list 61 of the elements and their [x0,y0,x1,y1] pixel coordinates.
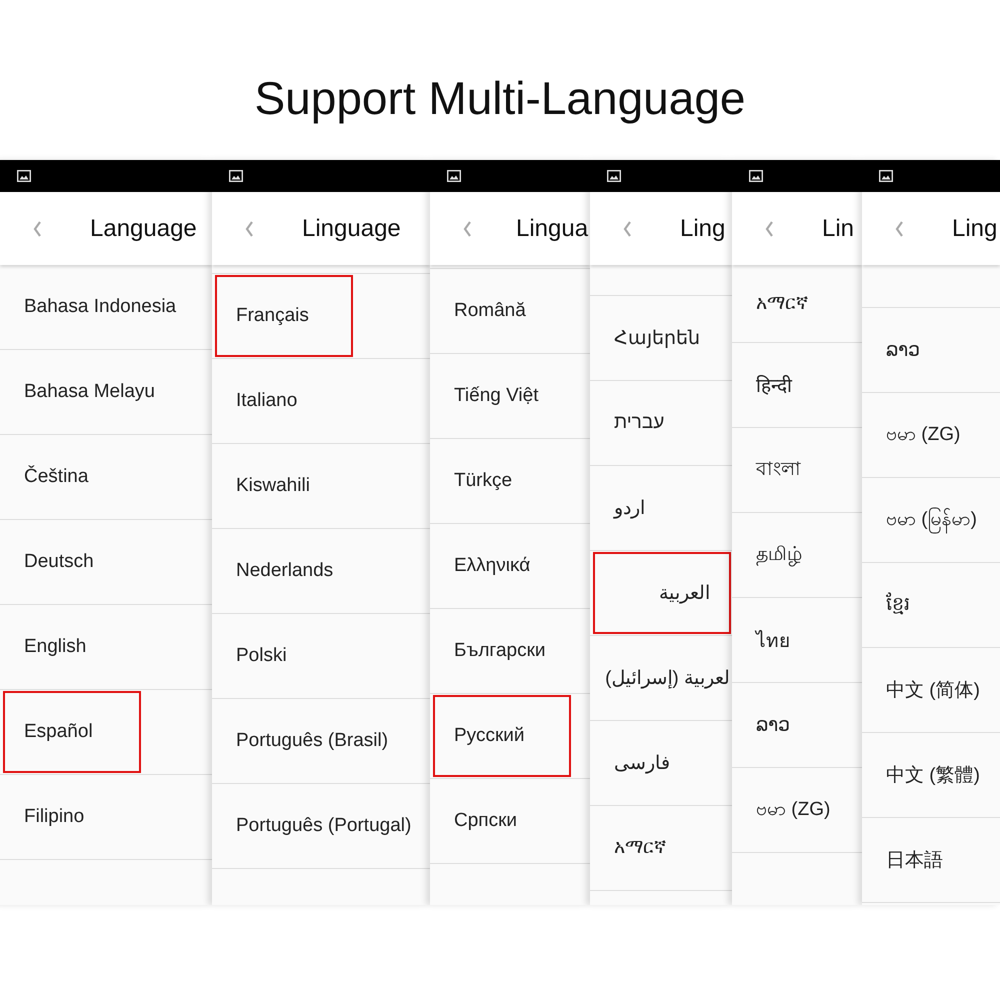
language-option[interactable]: Italiano [215,360,300,442]
language-option[interactable]: ລາວ [735,684,792,766]
language-option[interactable]: हिन्दी [735,344,794,426]
screen-title: Ling [952,214,998,242]
screen-title: Lin [822,214,854,242]
language-option[interactable]: لعربية (إسرائيل) [593,637,732,719]
language-option[interactable]: 日本語 [865,819,945,901]
language-option[interactable]: বাংলা [735,429,803,511]
language-option[interactable]: ລາວ [865,309,922,391]
language-option[interactable]: اردو [593,467,647,549]
page-heading: Support Multi-Language [254,71,746,126]
language-option[interactable]: ខ្មែរ [865,564,912,646]
selected-language-option[interactable]: العربية [593,552,731,634]
image-icon [879,170,893,182]
language-option[interactable]: தமிழ் [735,514,804,596]
selected-language-option[interactable]: Français [215,275,353,357]
language-option[interactable]: ဗမာ (ZG) [735,769,832,851]
language-option[interactable]: Português (Portugal) [215,785,414,867]
language-option[interactable]: עברית [593,382,666,464]
back-icon[interactable] [764,220,774,238]
back-icon[interactable] [462,220,472,238]
language-option[interactable]: Filipino [3,776,86,858]
back-icon[interactable] [244,220,254,238]
language-option[interactable]: Deutsch [3,521,96,603]
language-option[interactable]: ဗမာ (ZG) [865,394,962,476]
image-icon [749,170,763,182]
language-option[interactable]: Български [433,610,548,692]
screen-title: Ling [680,214,726,242]
language-option[interactable]: Kiswahili [215,445,312,527]
image-icon [607,170,621,182]
back-icon[interactable] [32,220,42,238]
screen-title: Lingua [516,214,588,242]
language-option[interactable]: አማርኛ [593,807,668,889]
language-option[interactable]: ဗမာ (မြန်မာ) [865,479,979,561]
language-option[interactable]: Português (Brasil) [215,700,390,782]
screen-title: Language [90,214,197,242]
language-option[interactable]: فارسی [593,722,672,804]
image-icon [447,170,461,182]
language-option[interactable]: Tiếng Việt [433,355,540,437]
language-option[interactable]: አማርኛ [735,265,810,342]
back-icon[interactable] [622,220,632,238]
screen-title: Linguage [302,214,401,242]
language-option[interactable]: Română [433,270,528,352]
language-option[interactable]: 中文 (繁體) [865,734,982,816]
language-option[interactable]: Српски [433,780,520,862]
language-option[interactable]: English [3,606,88,688]
image-icon [229,170,243,182]
selected-language-option[interactable]: Español [3,691,141,773]
language-option[interactable]: Türkçe [433,440,514,522]
language-option[interactable]: Ελληνικά [433,525,532,607]
language-option[interactable]: Հայերեն [593,297,702,379]
selected-language-option[interactable]: Русский [433,695,571,777]
language-option[interactable]: Bahasa Melayu [3,351,157,433]
language-option[interactable]: 中文 (简体) [865,649,982,731]
back-icon[interactable] [894,220,904,238]
language-option[interactable]: Polski [215,615,289,697]
language-option[interactable]: ไทย [735,599,792,681]
image-icon [17,170,31,182]
language-option[interactable]: Čeština [3,436,90,518]
language-option[interactable]: Nederlands [215,530,336,612]
language-option[interactable]: Bahasa Indonesia [3,266,178,348]
